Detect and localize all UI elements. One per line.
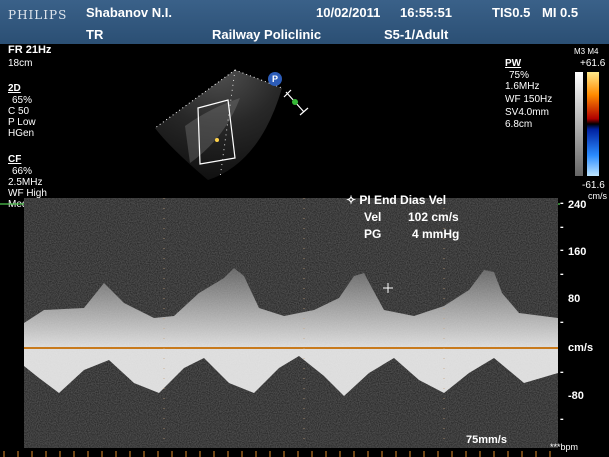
- exam-time: 16:55:51: [400, 5, 453, 20]
- cf-title: CF: [8, 154, 22, 165]
- pressure-gradient-value: 4 mmHg: [412, 227, 460, 241]
- frame-rate: FR 21Hz: [8, 44, 52, 56]
- sample-volume-marker: [215, 138, 219, 142]
- probe-preset: S5-1/Adult: [384, 27, 449, 42]
- color-map-label: M3 M4: [574, 47, 599, 56]
- mode-label: TR: [86, 27, 104, 42]
- velocity-dash: -: [560, 197, 564, 209]
- measurement-title: ✧ PI End Dias Vel: [346, 193, 447, 207]
- color-scale-unit: cm/s: [588, 191, 607, 201]
- doppler-spectrum: [24, 198, 558, 448]
- patient-name: Shabanov N.I.: [86, 5, 172, 20]
- velocity-value: 102 cm/s: [408, 210, 459, 224]
- probe-orientation-icon: P: [268, 72, 282, 86]
- velocity-dash: -: [560, 244, 564, 256]
- twod-compress: C 50: [8, 106, 30, 117]
- depth-value: 18cm: [8, 58, 33, 69]
- header-bar: PHILIPS Shabanov N.I. 10/02/2011 16:55:5…: [0, 0, 609, 44]
- velocity-unit: cm/s: [568, 342, 594, 354]
- color-scale-min: -61.6: [582, 180, 605, 191]
- velocity-dash: -: [560, 268, 564, 280]
- pw-frequency: 1.6MHz: [505, 81, 540, 92]
- pw-gain: 75%: [509, 70, 530, 81]
- pw-wall-filter: WF 150Hz: [505, 94, 553, 105]
- velocity-dash: -: [560, 221, 564, 233]
- time-scale: [3, 451, 551, 457]
- twod-title: 2D: [8, 83, 21, 94]
- velocity-dash: -: [560, 316, 564, 328]
- velocity-tick-neg80: -80: [568, 390, 584, 402]
- exam-date: 10/02/2011: [316, 5, 381, 20]
- pw-title: PW: [505, 58, 522, 69]
- institution-name: Railway Policlinic: [212, 27, 322, 42]
- pw-depth: 6.8cm: [505, 119, 533, 130]
- velocity-tick-240: 240: [568, 199, 587, 211]
- cf-gain: 66%: [12, 166, 33, 177]
- twod-harmonic: HGen: [8, 128, 35, 139]
- sweep-speed: 75mm/s: [466, 434, 507, 446]
- pw-sample-volume: SV4.0mm: [505, 107, 549, 118]
- brand-logo: PHILIPS: [8, 8, 68, 22]
- tis-value: TIS0.5: [492, 5, 531, 20]
- color-scale-max: +61.6: [580, 58, 606, 69]
- velocity-tick-160: 160: [568, 246, 587, 258]
- twod-gain: 65%: [12, 95, 33, 106]
- cf-frequency: 2.5MHz: [8, 177, 43, 188]
- mi-value: MI 0.5: [542, 5, 579, 20]
- color-velocity-bar: [575, 72, 599, 176]
- twod-persist: P Low: [8, 117, 36, 128]
- pressure-gradient-label: PG: [364, 227, 382, 241]
- velocity-tick-80: 80: [568, 293, 581, 305]
- steering-angle-icon: [283, 89, 309, 116]
- sector-image: [154, 69, 283, 180]
- velocity-label: Vel: [364, 210, 382, 224]
